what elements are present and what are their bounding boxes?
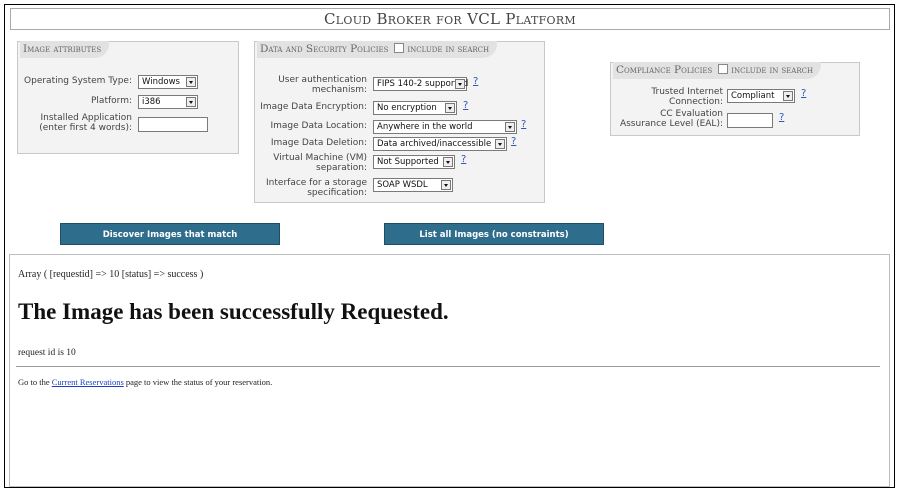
image-location-help-link[interactable]: ? [521,119,526,130]
compliance-panel: Compliance Policies include in search Tru… [610,62,860,136]
chevron-down-icon [186,97,196,107]
include-in-search-checkbox[interactable] [394,43,405,53]
result-array-text: Array ( [requestid] => 10 [status] => su… [18,269,204,280]
chevron-down-icon [443,157,453,167]
image-attributes-title: Image attributes [20,41,110,58]
current-reservations-link[interactable]: Current Reservations [52,377,124,387]
chevron-down-icon [505,122,515,132]
data-security-panel: Data and Security Policies include in sea… [254,41,545,203]
image-encryption-label: Image Data Encryption: [260,102,367,112]
vm-separation-help-link[interactable]: ? [461,154,466,165]
data-security-title: Data and Security Policies include in sea… [257,41,498,58]
chevron-down-icon [186,77,196,87]
platform-select[interactable]: i386 [138,95,198,109]
discover-images-button[interactable]: Discover Images that match [60,223,280,245]
os-type-label: Operating System Type: [24,76,132,86]
installed-app-input[interactable] [138,117,208,132]
storage-interface-select[interactable]: SOAP WSDL [373,178,453,192]
request-id-text: request id is 10 [18,348,76,358]
eal-help-link[interactable]: ? [779,112,784,123]
chevron-down-icon [783,91,793,101]
os-type-select[interactable]: Windows [138,75,198,89]
trusted-connection-label: Trusted Internet Connection: [651,87,723,107]
page-title-bar: Cloud Broker for VCL Platform [10,8,890,30]
chevron-down-icon [495,139,505,149]
image-location-label: Image Data Location: [270,121,368,131]
trusted-connection-select[interactable]: Compliant [727,89,795,103]
image-encryption-select[interactable]: No encryption [373,101,457,115]
include-in-search-checkbox[interactable] [718,64,729,74]
storage-interface-label: Interface for a storage specification: [266,178,367,198]
user-auth-select[interactable]: FIPS 140-2 supported [373,77,468,91]
vm-separation-select[interactable]: Not Supported [373,155,455,169]
image-deletion-help-link[interactable]: ? [511,136,516,147]
trusted-connection-help-link[interactable]: ? [801,88,806,99]
user-auth-help-link[interactable]: ? [473,76,478,87]
installed-app-label: Installed Application (enter first 4 wor… [39,113,132,133]
list-all-images-button[interactable]: List all Images (no constraints) [384,223,604,245]
compliance-title: Compliance Policies include in search [613,62,822,79]
image-location-select[interactable]: Anywhere in the world [373,120,517,134]
page-title: Cloud Broker for VCL Platform [324,10,576,28]
image-encryption-help-link[interactable]: ? [463,100,468,111]
chevron-down-icon [455,79,465,89]
result-panel: Array ( [requestid] => 10 [status] => su… [9,254,890,487]
reservation-instructions: Go to the Current Reservations page to v… [18,377,273,387]
vm-separation-label: Virtual Machine (VM) separation: [273,153,367,173]
image-attributes-panel: Image attributes Operating System Type: … [17,41,239,154]
user-auth-label: User authentication mechanism: [278,75,367,95]
divider [16,366,880,367]
chevron-down-icon [445,103,455,113]
platform-label: Platform: [91,96,132,106]
image-deletion-select[interactable]: Data archived/inaccessible [373,137,507,151]
success-heading: The Image has been successfully Requeste… [18,299,449,324]
eal-input[interactable] [727,113,773,128]
eal-label: CC Evaluation Assurance Level (EAL): [619,109,723,129]
chevron-down-icon [441,180,451,190]
image-deletion-label: Image Data Deletion: [270,138,367,148]
